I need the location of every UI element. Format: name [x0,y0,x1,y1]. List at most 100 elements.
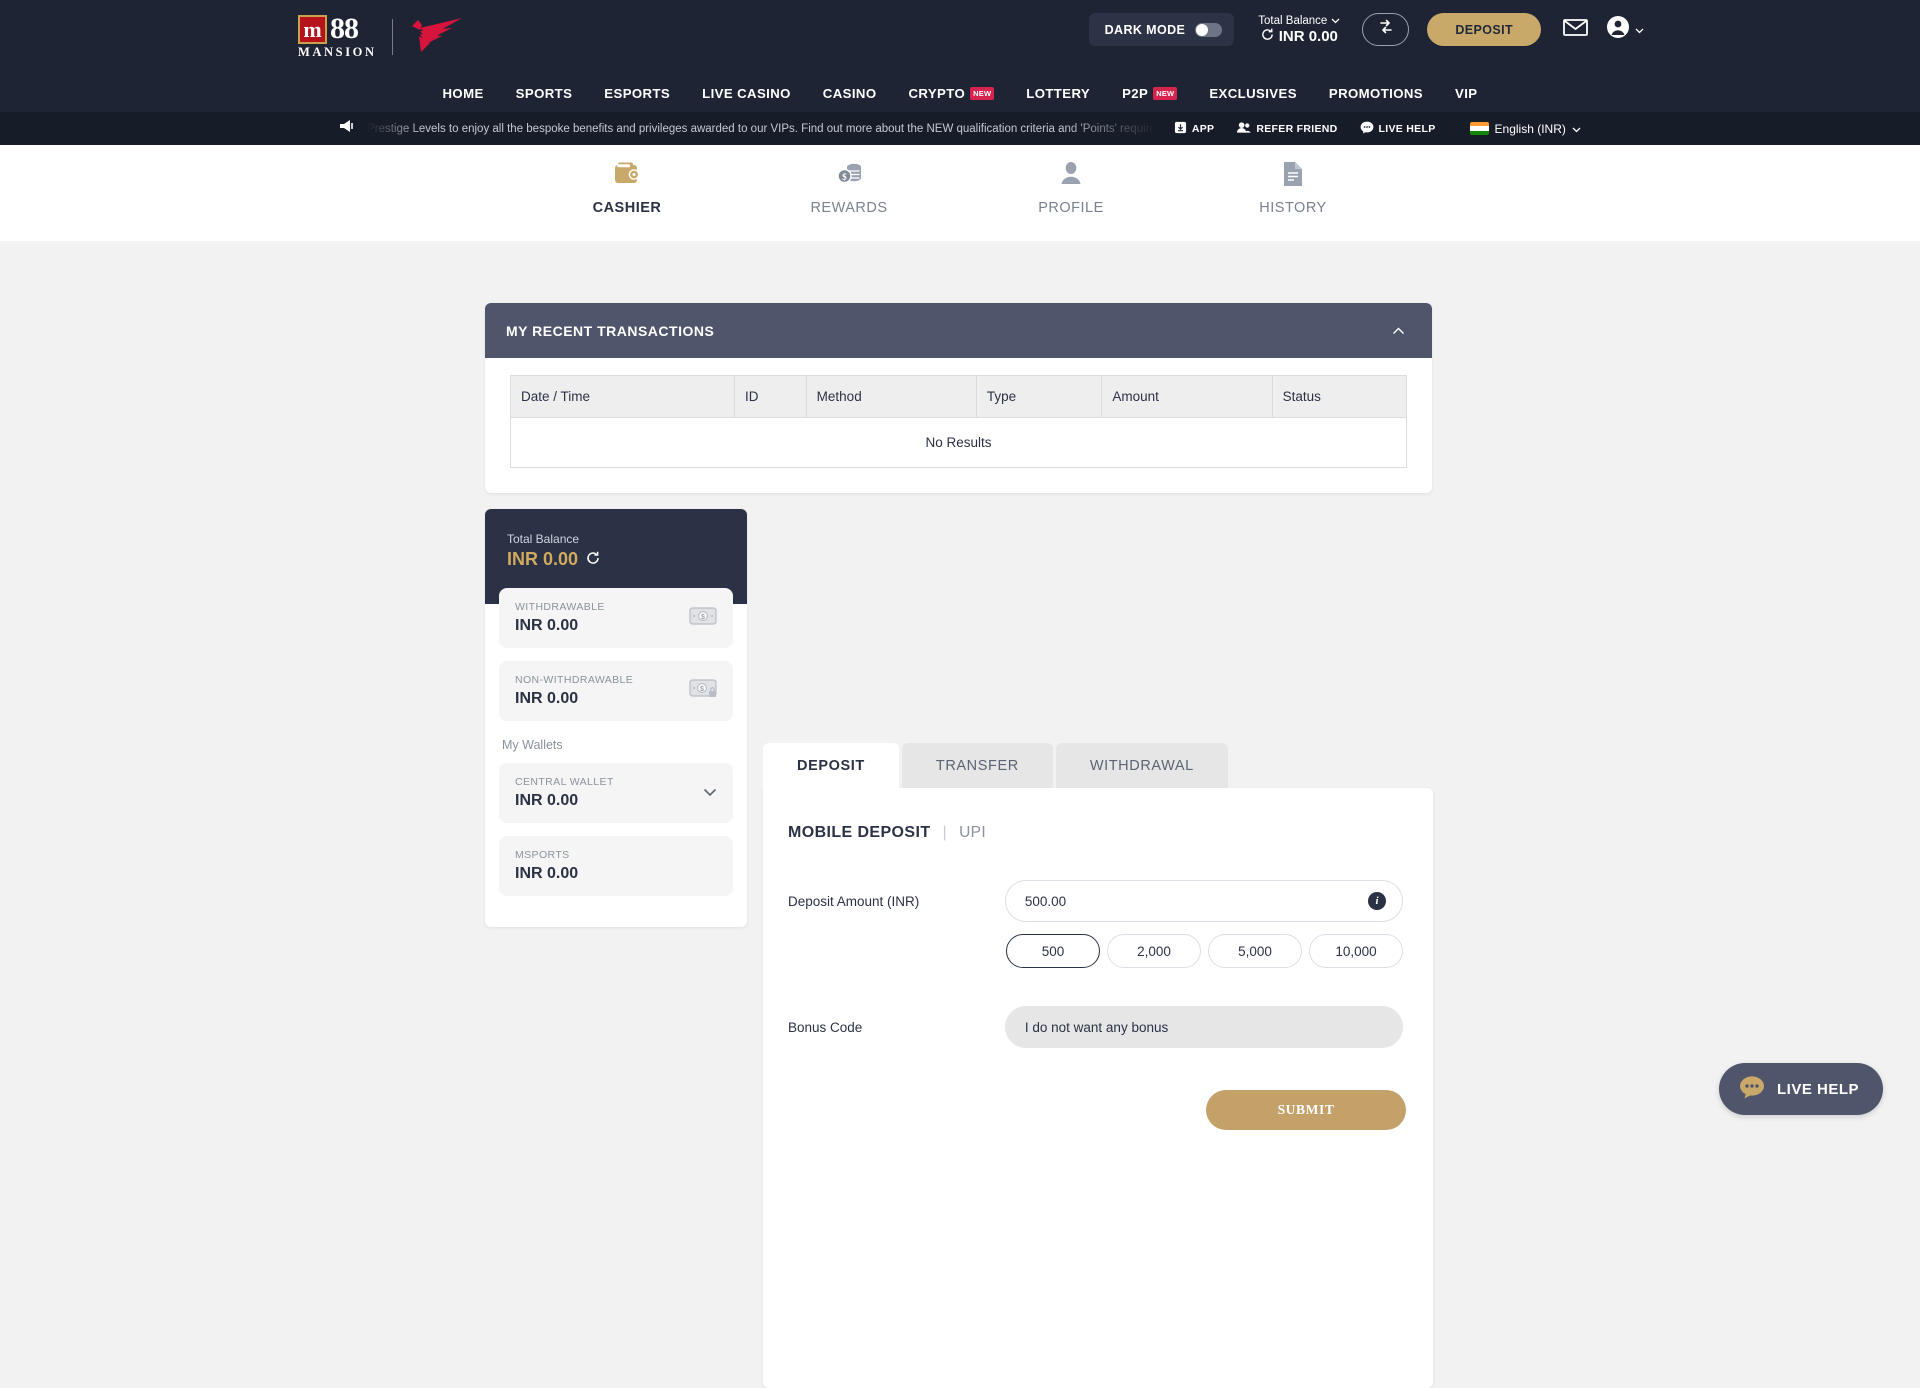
tab-history[interactable]: HISTORY [1182,157,1404,241]
withdrawal-tab[interactable]: WITHDRAWAL [1055,743,1228,788]
msports-wallet-text: MSPORTS INR 0.00 [515,849,578,883]
deposit-amount-value: 500.00 [1024,893,1067,909]
refer-friend-link[interactable]: REFER FRIEND [1236,121,1337,137]
deposit-tab[interactable]: DEPOSIT [763,743,899,788]
nav-item-live-casino[interactable]: LIVE CASINO [686,86,807,101]
refresh-icon[interactable] [1261,28,1274,45]
announcement-content: Prestige Levels to enjoy all the bespoke… [339,119,1156,138]
tab-cashier[interactable]: CASHIER [516,157,738,253]
logo-wordmark: MANSION [298,45,377,59]
banknote-icon: $ [689,606,717,630]
svg-text:$: $ [700,686,704,693]
nav-label: ESPORTS [604,85,671,101]
live-help-fab[interactable]: LIVE HELP [1718,1063,1883,1115]
nav-item-esports[interactable]: ESPORTS [588,86,686,101]
chevron-up-icon[interactable] [1392,322,1405,340]
envelope-icon[interactable] [1563,18,1588,42]
title-separator: | [942,824,948,841]
site-logo[interactable]: m 88 MANSION [298,14,464,60]
non-withdrawable-text: NON-WITHDRAWABLE INR 0.00 [515,674,633,708]
download-app-icon [1174,121,1187,137]
header-deposit-button[interactable]: DEPOSIT [1427,13,1541,46]
withdrawable-text: WITHDRAWABLE INR 0.00 [515,601,605,635]
empty-results-message: No Results [510,417,1407,468]
msports-wallet-card[interactable]: MSPORTS INR 0.00 [499,836,733,896]
col-status: Status [1271,375,1408,418]
dark-mode-switch[interactable] [1195,22,1223,37]
quick-amount-10000[interactable]: 10,000 [1309,934,1403,968]
quick-amount-buttons: 500 2,000 5,000 10,000 [1006,934,1403,968]
main-content: MY RECENT TRANSACTIONS Date / Time ID Me… [0,241,1920,1388]
recent-transactions-title: MY RECENT TRANSACTIONS [506,322,715,339]
nav-item-home[interactable]: HOME [427,86,500,101]
mobile-deposit-label: MOBILE DEPOSIT [788,824,931,841]
m88-logo: m 88 MANSION [298,14,377,60]
banknote-lock-icon: $ [689,678,717,704]
recent-transactions-header[interactable]: MY RECENT TRANSACTIONS [485,303,1432,358]
col-method: Method [805,375,977,418]
announcement-links: APP REFER FRIEND LIVE HELP English (INR) [1174,120,1581,138]
nav-label: P2P [1122,85,1149,101]
central-wallet-text: CENTRAL WALLET INR 0.00 [515,776,614,810]
chevron-down-icon [1635,21,1644,39]
quick-amount-5000[interactable]: 5,000 [1208,934,1302,968]
live-help-label: LIVE HELP [1378,122,1436,135]
nav-badge-new: NEW [970,86,995,100]
chevron-down-icon [1572,120,1581,138]
withdrawable-value: INR 0.00 [515,617,579,634]
header-balance-label-row: Total Balance [1258,15,1340,27]
logo-row: m 88 [298,14,359,44]
swap-arrows-icon [1377,18,1395,41]
nav-item-lottery[interactable]: LOTTERY [1010,86,1106,101]
live-help-link[interactable]: LIVE HELP [1360,121,1436,137]
svg-text:$: $ [842,172,847,182]
nav-item-vip[interactable]: VIP [1439,86,1493,101]
bonus-code-select[interactable]: I do not want any bonus [1004,1006,1403,1048]
deposit-amount-input[interactable]: 500.00 i [1004,880,1403,922]
quick-amount-500[interactable]: 500 [1006,934,1100,968]
recent-transactions-body: Date / Time ID Method Type Amount Status… [485,358,1432,493]
transfer-tab[interactable]: TRANSFER [901,743,1053,788]
deposit-panel: MOBILE DEPOSIT | UPI Deposit Amount (INR… [763,788,1433,1388]
tab-rewards[interactable]: $ REWARDS [738,157,960,241]
withdrawable-card[interactable]: WITHDRAWABLE INR 0.00 $ [499,588,733,648]
info-icon[interactable]: i [1368,892,1386,910]
chat-bubble-icon [1360,121,1374,137]
announcement-bar: Prestige Levels to enjoy all the bespoke… [0,112,1920,145]
nav-item-p2p[interactable]: P2P NEW [1106,86,1193,101]
dark-mode-toggle[interactable]: DARK MODE [1088,13,1235,46]
non-withdrawable-card[interactable]: NON-WITHDRAWABLE INR 0.00 $ [499,661,733,721]
app-link[interactable]: APP [1174,121,1215,137]
nav-item-exclusives[interactable]: EXCLUSIVES [1193,86,1313,101]
refresh-icon[interactable] [586,549,600,570]
my-wallets-label: My Wallets [502,738,563,752]
chevron-down-icon[interactable] [703,784,717,802]
chat-dots-icon [1739,1075,1766,1103]
announcement-text: Prestige Levels to enjoy all the bespoke… [367,122,1156,135]
refer-friend-label: REFER FRIEND [1256,122,1338,135]
col-type: Type [975,375,1103,418]
nav-item-promotions[interactable]: PROMOTIONS [1313,86,1439,101]
col-amount: Amount [1101,375,1273,418]
nav-item-crypto[interactable]: CRYPTO NEW [893,86,1011,101]
col-id: ID [734,375,807,418]
india-flag-icon [1469,122,1489,135]
deposit-amount-row: Deposit Amount (INR) 500.00 i [788,880,1403,922]
bonus-code-value: I do not want any bonus [1024,1019,1169,1035]
balance-cards: WITHDRAWABLE INR 0.00 $ NON-WITHDRAWABLE… [485,588,747,927]
nav-item-sports[interactable]: SPORTS [500,86,589,101]
total-balance-value: INR 0.00 [507,549,579,569]
nav-label: EXCLUSIVES [1209,85,1297,101]
central-wallet-card[interactable]: CENTRAL WALLET INR 0.00 [499,763,733,823]
account-tabs: CASHIER $ REWARDS PROFILE HISTORY [0,145,1920,253]
submit-row: SUBMIT [1006,1090,1406,1130]
submit-button[interactable]: SUBMIT [1206,1090,1406,1130]
tab-profile[interactable]: PROFILE [960,157,1182,241]
quick-amount-2000[interactable]: 2,000 [1107,934,1201,968]
transfer-swap-button[interactable] [1362,13,1410,46]
account-menu[interactable] [1606,15,1644,44]
balance-panel: Total Balance INR 0.00 WITHDRAWABLE INR … [485,509,747,927]
language-selector[interactable]: English (INR) [1469,120,1581,138]
nav-item-casino[interactable]: CASINO [807,86,893,101]
header-balance[interactable]: Total Balance INR 0.00 [1258,15,1340,45]
